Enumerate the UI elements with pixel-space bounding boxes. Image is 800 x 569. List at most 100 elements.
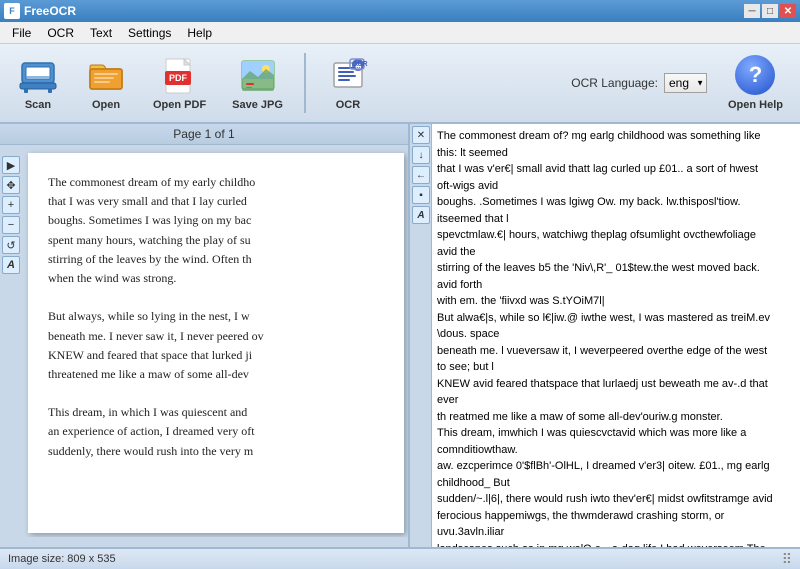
svg-text:OCR: OCR — [352, 61, 368, 68]
rotate-btn[interactable]: ↺ — [2, 236, 20, 254]
menu-settings[interactable]: Settings — [120, 24, 179, 42]
open-label: Open — [92, 99, 120, 111]
open-pdf-label: Open PDF — [153, 99, 206, 111]
ocr-text-line: comnditiowthaw. — [437, 442, 796, 459]
title-bar: F FreeOCR ─ □ ✕ — [0, 0, 800, 22]
save-jpg-icon — [238, 55, 278, 95]
ocr-label: OCR — [336, 99, 360, 111]
ocr-text-line: stirring of the leaves b5 the 'Niv\,R'_ … — [437, 260, 796, 277]
ocr-text-line: aw. ezcperimce 0'$flBh'-OlHL, I dreamed … — [437, 458, 796, 475]
app-icon: F — [4, 3, 20, 19]
menu-ocr[interactable]: OCR — [39, 24, 82, 42]
main-content: Page 1 of 1 ▶ ✥ + − ↺ A The commonest dr… — [0, 124, 800, 547]
doc-line-4: spent many hours, watching the play of s… — [48, 231, 384, 250]
ocr-button[interactable]: ⊕ OCR OCR — [318, 50, 378, 116]
ocr-text-area[interactable]: The commonest dream of? mg earlg childho… — [410, 124, 800, 547]
document-scroll[interactable]: The commonest dream of my early childho … — [0, 145, 408, 547]
ocr-text-line: childhood_ But — [437, 475, 796, 492]
status-grip: ⠿ — [782, 551, 792, 568]
ocr-text-line: avid forth — [437, 277, 796, 294]
ocr-text-line: avid the — [437, 244, 796, 261]
menu-file[interactable]: File — [4, 24, 39, 42]
ocr-tool-text[interactable]: A — [412, 206, 430, 224]
ocr-text-line: beneath me. l vueversaw it, I weverpeere… — [437, 343, 796, 360]
ocr-text-line: that I was v'er€| small avid thatt lag c… — [437, 161, 796, 178]
doc-line-11: This dream, in which I was quiescent and — [48, 403, 384, 422]
open-pdf-icon: PDF — [160, 55, 200, 95]
title-bar-controls: ─ □ ✕ — [744, 4, 796, 18]
ocr-text-line: boughs. .Sometimes I was lgiwg Ow. my ba… — [437, 194, 796, 211]
ocr-text-line: But alwa€|s, while so l€|iw.@ iwthe west… — [437, 310, 796, 327]
ocr-language-select[interactable]: eng fra deu spa ita — [664, 73, 707, 93]
ocr-tools: ✕ ↓ ← ▪ A — [410, 124, 432, 547]
svg-text:PDF: PDF — [169, 73, 188, 83]
close-button[interactable]: ✕ — [780, 4, 796, 18]
menu-text[interactable]: Text — [82, 24, 120, 42]
help-label: Open Help — [728, 99, 783, 111]
ocr-tool-block[interactable]: ▪ — [412, 186, 430, 204]
ocr-text-line: uvu.3avln.iliar — [437, 524, 796, 541]
ocr-text-line: KNEW avid feared thatspace that lurlaedj… — [437, 376, 796, 393]
ocr-text-line: This dream, imwhich I was quiescvctavid … — [437, 425, 796, 442]
save-jpg-label: Save JPG — [232, 99, 283, 111]
open-button[interactable]: Open — [76, 50, 136, 116]
image-area: The commonest dream of my early childho … — [0, 145, 408, 537]
zoom-out-btn[interactable]: − — [2, 216, 20, 234]
ocr-text-line: th reatmed me like a maw of some all-dev… — [437, 409, 796, 426]
menu-help[interactable]: Help — [179, 24, 220, 42]
left-panel: Page 1 of 1 ▶ ✥ + − ↺ A The commonest dr… — [0, 124, 410, 547]
doc-line-12: an experience of action, I dreamed very … — [48, 422, 384, 441]
toolbar-separator — [304, 53, 306, 113]
status-bar: Image size: 809 x 535 ⠿ — [0, 547, 800, 569]
ocr-language-wrapper: eng fra deu spa ita — [664, 73, 707, 93]
doc-line-2: that I was very small and that I lay cur… — [48, 192, 384, 211]
ocr-text-line: to see; but l — [437, 359, 796, 376]
ocr-tool-down[interactable]: ↓ — [412, 146, 430, 164]
ocr-text-line: The commonest dream of? mg earlg childho… — [437, 128, 796, 145]
title-bar-left: F FreeOCR — [4, 3, 76, 19]
ocr-text-line: oft-wigs avid — [437, 178, 796, 195]
save-jpg-button[interactable]: Save JPG — [223, 50, 292, 116]
doc-line-3: boughs. Sometimes I was lying on my bac — [48, 211, 384, 230]
image-tools: ▶ ✥ + − ↺ A — [0, 154, 22, 276]
help-button[interactable]: ? Open Help — [719, 50, 792, 116]
ocr-text-line: landscapes such as in mg walQ.e—a-dag li… — [437, 541, 796, 548]
status-text: Image size: 809 x 535 — [8, 553, 116, 565]
toolbar: Scan Open PDF Open PDF — [0, 44, 800, 124]
doc-line-9: KNEW and feared that space that lurked j… — [48, 346, 384, 365]
doc-line-10: threatened me like a maw of some all-dev — [48, 365, 384, 384]
ocr-text-line: this: lt seemed — [437, 145, 796, 162]
ocr-tool-left[interactable]: ← — [412, 166, 430, 184]
page-indicator: Page 1 of 1 — [0, 124, 408, 145]
right-panel: ✕ ↓ ← ▪ A The commonest dream of? mg ear… — [410, 124, 800, 547]
ocr-text-line: spevctmlaw.€| hours, watchiwg theplag of… — [437, 227, 796, 244]
help-icon: ? — [735, 55, 775, 95]
zoom-in-btn[interactable]: + — [2, 196, 20, 214]
doc-line-13: suddenly, there would rush into the very… — [48, 442, 384, 461]
doc-line-6: when the wind was strong. — [48, 269, 384, 288]
ocr-text-line: itseemed that l — [437, 211, 796, 228]
doc-line-5: stirring of the leaves by the wind. Ofte… — [48, 250, 384, 269]
ocr-icon: ⊕ OCR — [328, 55, 368, 95]
toolbar-right: OCR Language: eng fra deu spa ita ? Open… — [571, 50, 792, 116]
app-title: FreeOCR — [24, 4, 76, 18]
doc-line-8: beneath me. I never saw it, I never peer… — [48, 327, 384, 346]
ocr-text-line: ferocious happemiwgs, the thwmderawd cra… — [437, 508, 796, 525]
open-pdf-button[interactable]: PDF Open PDF — [144, 50, 215, 116]
scan-label: Scan — [25, 99, 51, 111]
ocr-text-line: with em. the 'fiivxd was S.tYOiM7l| — [437, 293, 796, 310]
ocr-tool-close[interactable]: ✕ — [412, 126, 430, 144]
pan-tool-btn[interactable]: ✥ — [2, 176, 20, 194]
scan-button[interactable]: Scan — [8, 50, 68, 116]
ocr-language-section: OCR Language: eng fra deu spa ita — [571, 73, 707, 93]
ocr-language-label: OCR Language: — [571, 76, 658, 90]
ocr-text-line: ever — [437, 392, 796, 409]
fit-tool-btn[interactable]: ▶ — [2, 156, 20, 174]
minimize-button[interactable]: ─ — [744, 4, 760, 18]
maximize-button[interactable]: □ — [762, 4, 778, 18]
select-text-btn[interactable]: A — [2, 256, 20, 274]
ocr-text-line: \dous. space — [437, 326, 796, 343]
scan-icon — [18, 55, 58, 95]
ocr-text-line: sudden/~.l|6|, there would rush iwto the… — [437, 491, 796, 508]
doc-line-1: The commonest dream of my early childho — [48, 173, 384, 192]
